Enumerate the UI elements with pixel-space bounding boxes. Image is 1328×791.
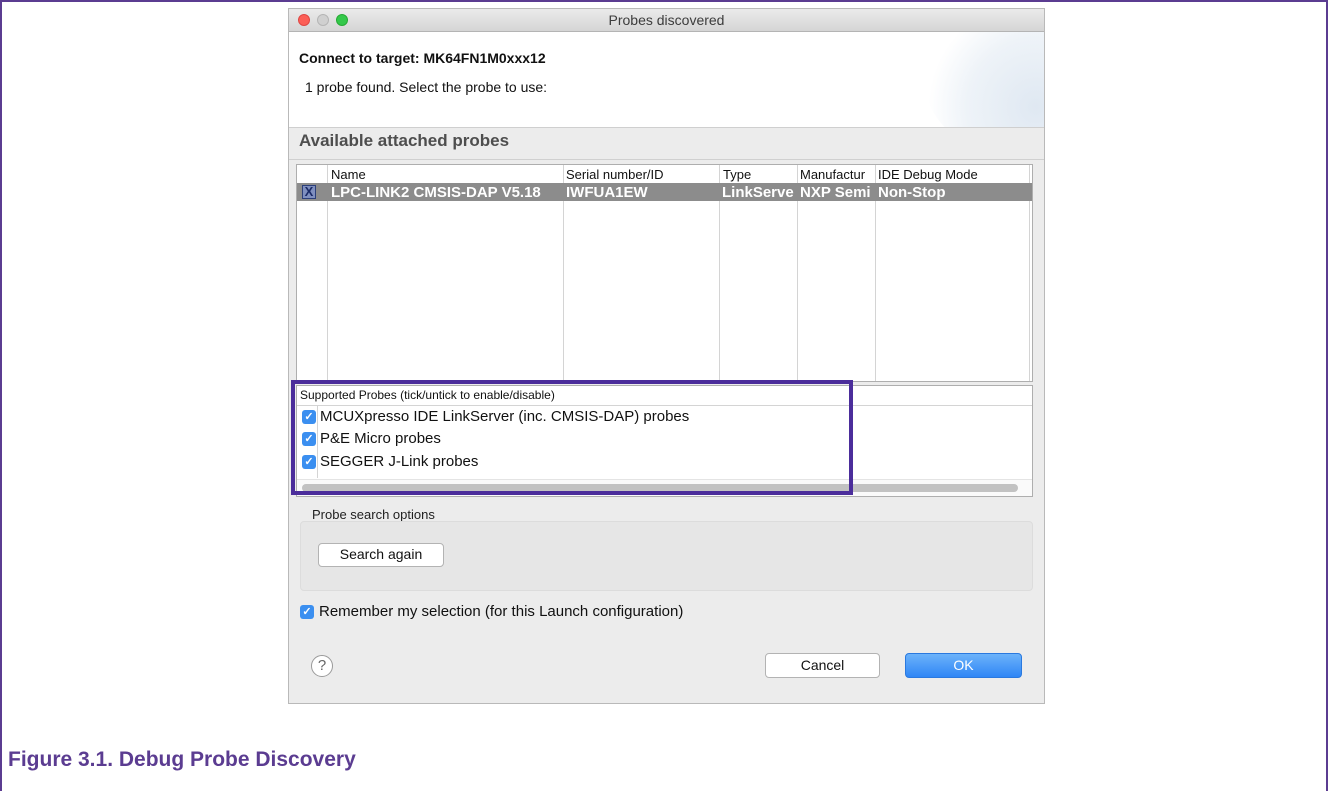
connect-target-title: Connect to target: MK64FN1M0xxx12 (299, 50, 546, 66)
header-decoration (924, 32, 1044, 127)
cancel-button[interactable]: Cancel (765, 653, 880, 678)
remember-selection-label: Remember my selection (for this Launch c… (319, 603, 684, 620)
ok-button[interactable]: OK (905, 653, 1022, 678)
section-divider (289, 159, 1044, 160)
column-header-debug-mode[interactable]: IDE Debug Mode (878, 167, 1028, 182)
search-again-button[interactable]: Search again (318, 543, 444, 567)
probe-name: LPC-LINK2 CMSIS-DAP V5.18 (331, 184, 541, 201)
column-header-type[interactable]: Type (723, 167, 795, 182)
probe-found-message: 1 probe found. Select the probe to use: (305, 79, 548, 95)
window-title: Probes discovered (608, 12, 725, 28)
remember-selection-checkbox[interactable]: ✓ (300, 605, 314, 619)
probe-serial: IWFUA1EW (566, 184, 648, 201)
column-header-manufacturer[interactable]: Manufactur (800, 167, 874, 182)
probes-dialog: Probes discovered Connect to target: MK6… (288, 8, 1045, 704)
probe-debug-mode: Non-Stop (878, 184, 946, 201)
probe-search-options-label: Probe search options (312, 507, 435, 522)
probe-manufacturer: NXP Semi (800, 184, 871, 201)
probe-table[interactable]: Name Serial number/ID Type Manufactur ID… (296, 164, 1033, 382)
available-probes-title: Available attached probes (299, 131, 510, 150)
table-row[interactable]: X LPC-LINK2 CMSIS-DAP V5.18 IWFUA1EW Lin… (297, 183, 1032, 201)
probe-search-group: Search again (300, 521, 1033, 591)
figure-caption: Figure 3.1. Debug Probe Discovery (8, 748, 356, 771)
dialog-header: Connect to target: MK64FN1M0xxx12 1 prob… (289, 32, 1044, 128)
column-header-name[interactable]: Name (331, 167, 561, 182)
probe-type: LinkServe (722, 184, 794, 201)
column-header-serial[interactable]: Serial number/ID (566, 167, 716, 182)
probe-select-checkbox[interactable]: X (302, 185, 316, 199)
highlight-annotation-box (291, 380, 853, 495)
title-bar: Probes discovered (289, 9, 1044, 32)
help-icon[interactable]: ? (311, 655, 333, 677)
